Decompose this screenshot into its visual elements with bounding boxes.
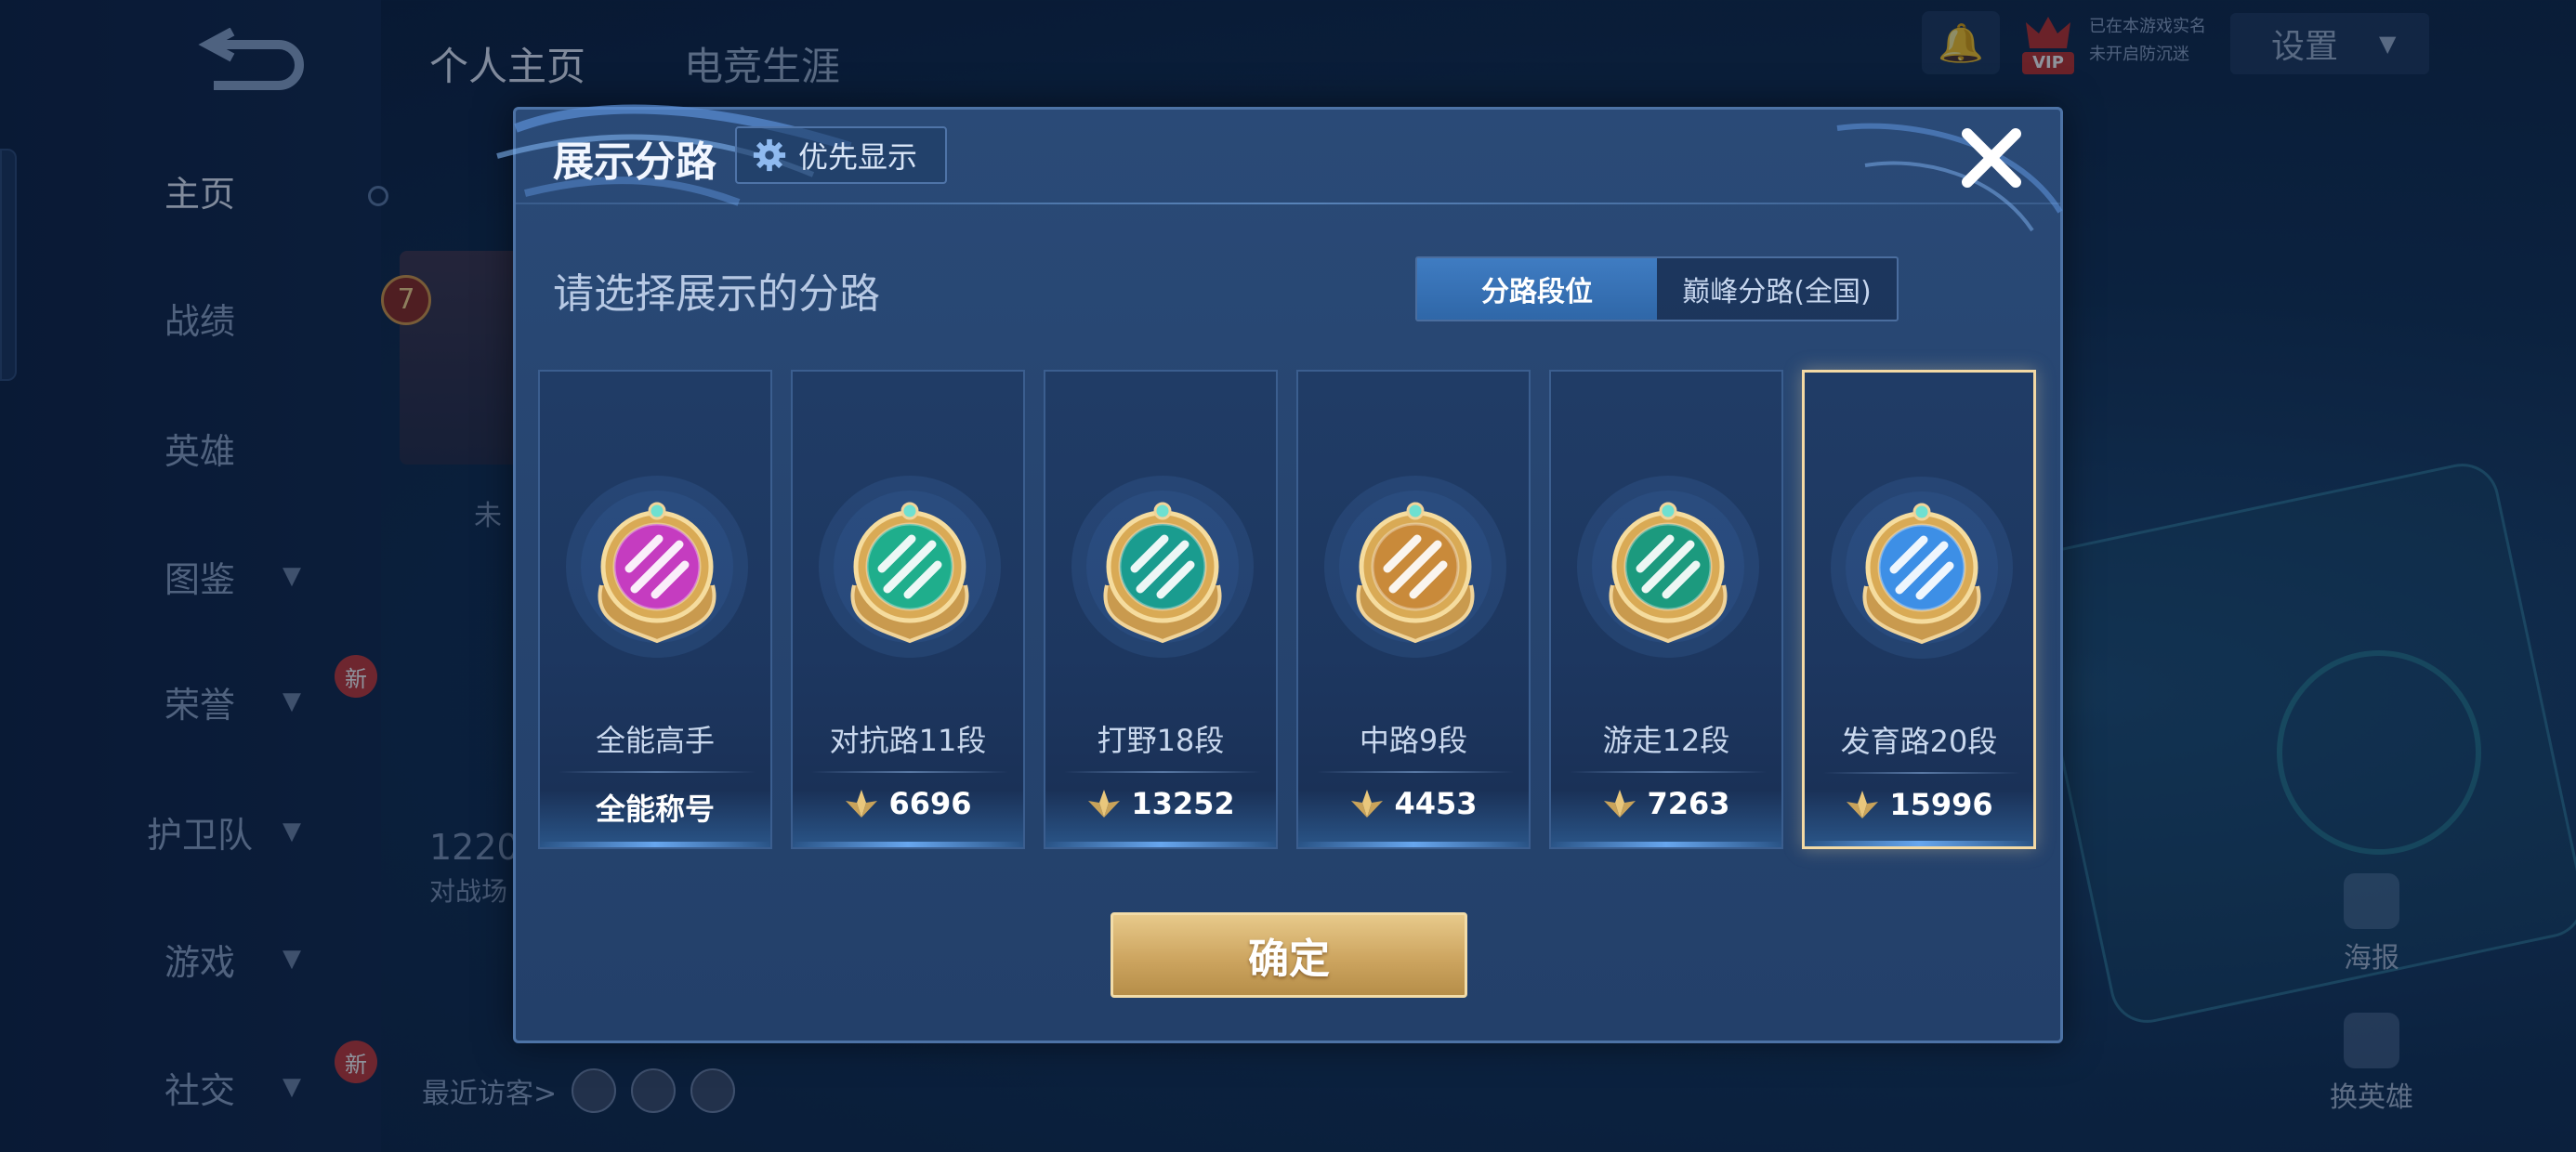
lane-card[interactable]: 发育路20段 15996 [1802,370,2036,849]
lane-score-value: 6696 [888,786,972,821]
card-glow [793,842,1023,847]
lane-score-value: 15996 [1889,787,1993,822]
mid-lane-emblem-icon [1324,476,1506,658]
close-icon [1962,128,2021,188]
rank-type-toggle: 分路段位 巅峰分路(全国) [1415,256,1899,321]
rank-points-icon [1351,790,1384,818]
card-glow [1805,841,2033,846]
card-glow [1045,842,1276,847]
decorative-swirl-icon [1836,123,2063,232]
confirm-button[interactable]: 确定 [1111,912,1467,998]
card-divider [559,771,756,773]
rank-points-icon [846,790,878,818]
lane-score: 7263 [1551,786,1781,821]
card-divider [1823,772,2020,774]
priority-display-label: 优先显示 [798,139,918,175]
card-glow [540,842,770,847]
tab-lane-rank[interactable]: 分路段位 [1417,258,1657,320]
card-divider [1064,771,1261,773]
lane-card[interactable]: 游走12段 7263 [1549,370,1783,849]
lane-card[interactable]: 全能高手 全能称号 [538,370,772,849]
lane-card[interactable]: 对抗路11段 6696 [791,370,1025,849]
tab-peak-lane-national[interactable]: 巅峰分路(全国) [1657,258,1897,320]
lane-card-list: 全能高手 全能称号 对抗路11段 6696 打野18段 13252 中路9段 4453 游走12… [538,370,2044,853]
gear-icon [753,138,786,172]
rank-points-icon [1847,791,1879,818]
card-divider [1570,771,1767,773]
lane-name: 打野18段 [1097,723,1225,758]
lane-score: 6696 [793,786,1023,821]
card-divider [811,771,1008,773]
all-rounder-emblem-icon [566,476,748,658]
lane-score-value: 全能称号 [595,792,715,827]
jungle-emblem-icon [1071,476,1254,658]
lane-card[interactable]: 打野18段 13252 [1044,370,1278,849]
lane-name: 中路9段 [1359,723,1468,758]
lane-score: 4453 [1298,786,1529,821]
lane-score: 13252 [1045,786,1276,821]
card-glow [1551,842,1781,847]
farm-lane-emblem-icon [1831,477,2013,659]
lane-score-value: 4453 [1394,786,1478,821]
lane-score: 15996 [1805,787,2033,822]
lane-score-value: 13252 [1131,786,1235,821]
dialog-title: 展示分路 [553,138,716,186]
lane-name: 对抗路11段 [829,723,987,758]
lane-score: 全能称号 [540,786,770,829]
rank-points-icon [1604,790,1636,818]
lane-display-dialog: 展示分路 优先显示 请选择展示的分路 分路段位 巅峰分路(全国) 全能高手全能称… [496,104,2063,1043]
rank-points-icon [1088,790,1121,818]
lane-name: 全能高手 [595,723,715,758]
priority-display-button[interactable]: 优先显示 [735,126,947,184]
lane-name: 发育路20段 [1840,724,1998,759]
lane-card[interactable]: 中路9段 4453 [1296,370,1531,849]
clash-lane-emblem-icon [819,476,1001,658]
close-button[interactable] [1956,123,2027,193]
roam-emblem-icon [1577,476,1759,658]
card-glow [1298,842,1529,847]
dialog-subtitle: 请选择展示的分路 [553,270,880,318]
header-divider [516,203,2060,204]
lane-score-value: 7263 [1647,786,1730,821]
card-divider [1317,771,1514,773]
lane-name: 游走12段 [1602,723,1730,758]
